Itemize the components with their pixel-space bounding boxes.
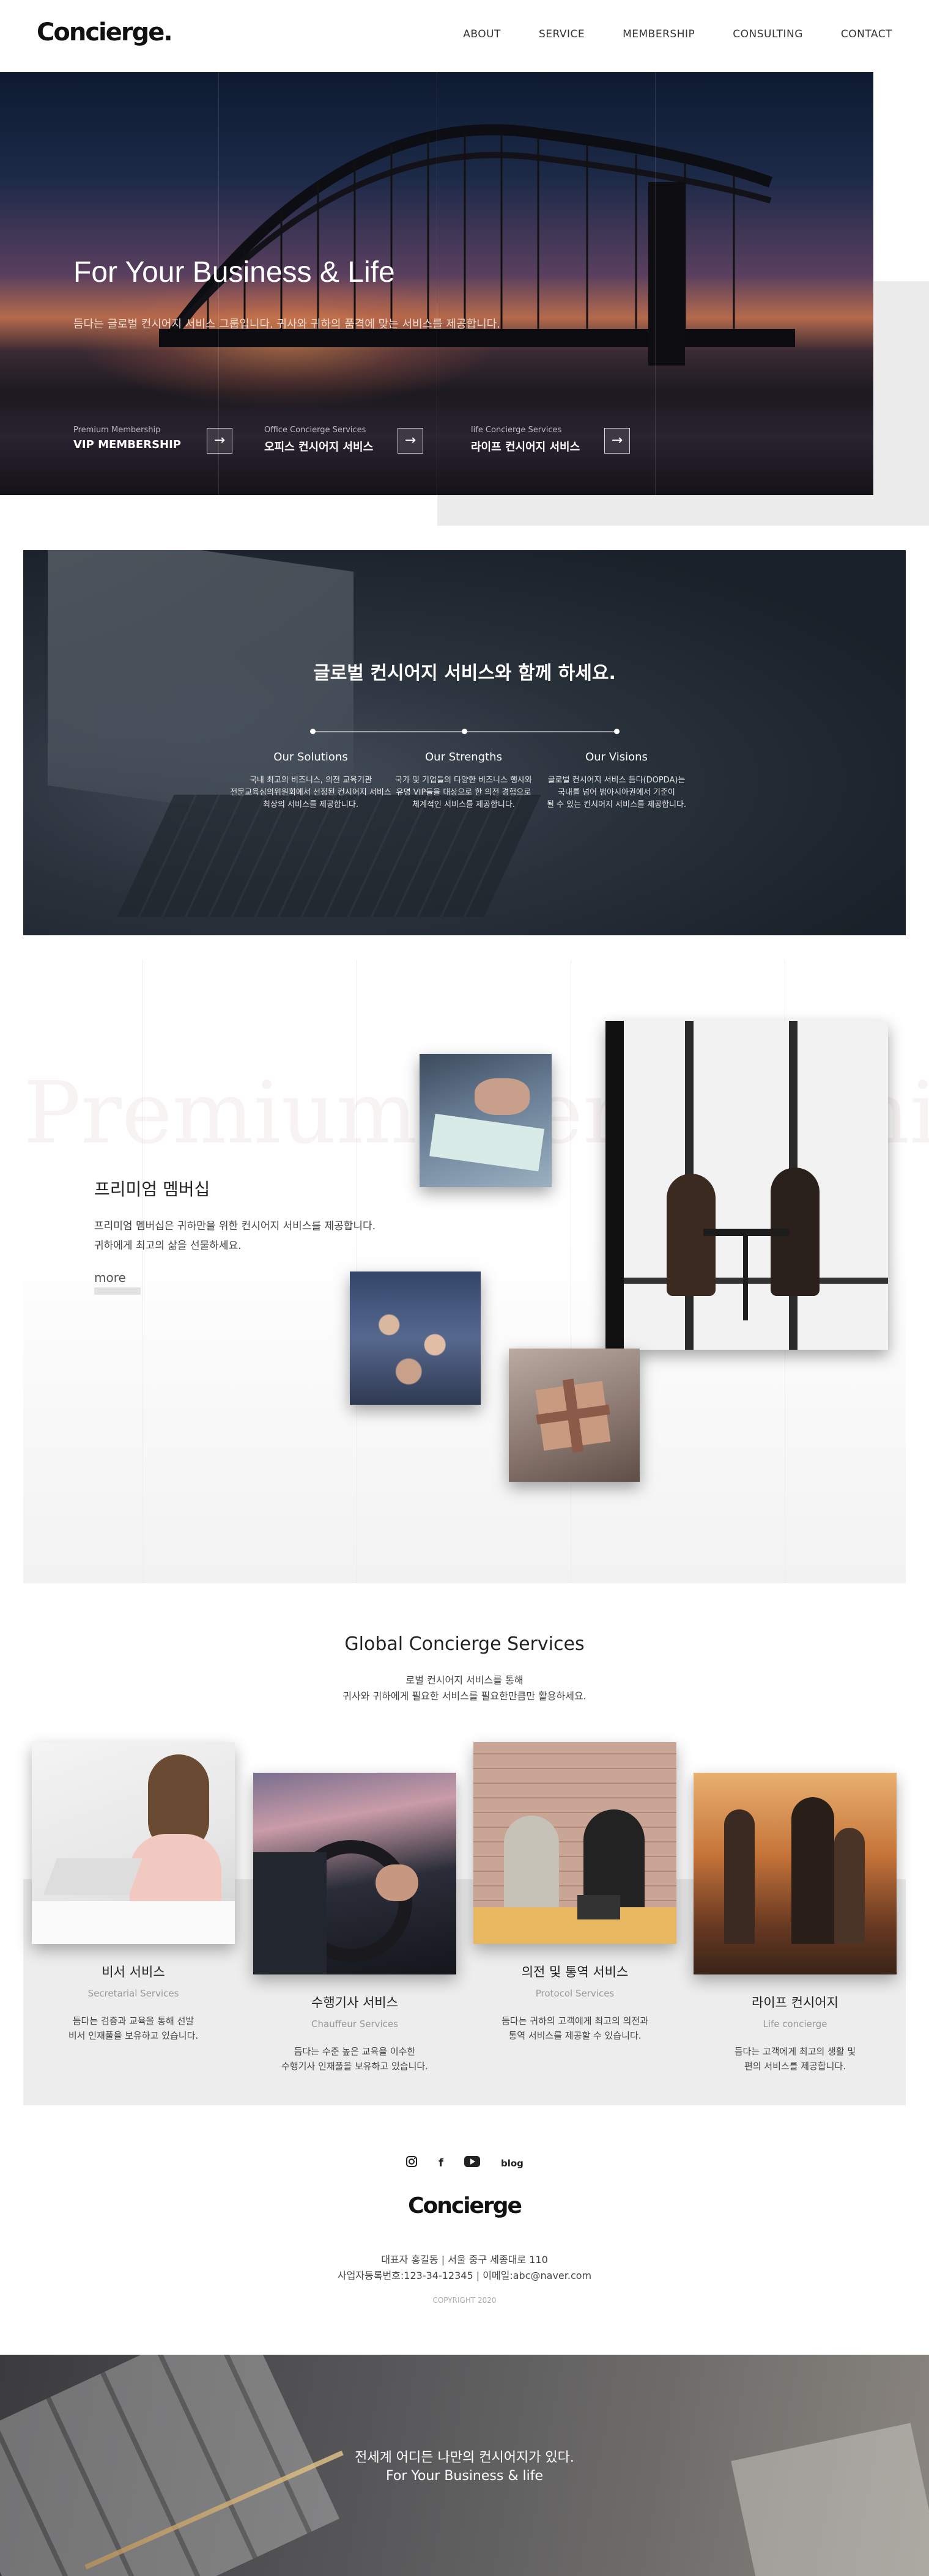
banner-overlay [23, 550, 906, 935]
chauffeur-photo [253, 1773, 456, 1974]
timeline-dot [614, 729, 620, 734]
service-card-text: 듬다는 검증과 교육을 통해 선발 비서 인재풀을 보유하고 있습니다. [32, 2014, 235, 2043]
nav-contact[interactable]: CONTACT [841, 28, 892, 40]
gift-box-photo [509, 1349, 640, 1482]
hero-service-office[interactable]: Office Concierge Services 오피스 컨시어지 서비스 → [264, 425, 423, 462]
service-card-chauffeur[interactable]: 수행기사 서비스 Chauffeur Services 듬다는 수준 높은 교육… [253, 1773, 456, 2074]
service-card-line: 통역 서비스를 제공할 수 있습니다. [508, 2030, 642, 2041]
protocol-meeting-photo [473, 1742, 676, 1944]
site-logo[interactable]: Concierge. [37, 18, 173, 46]
section-divider [142, 960, 143, 1583]
service-card-line: 듬다는 고객에게 최고의 생활 및 [734, 2046, 856, 2057]
service-card-title: 의전 및 통역 서비스 [521, 1965, 629, 1979]
service-card-subtitle: Secretarial Services [87, 1988, 179, 1999]
hero-divider [655, 72, 656, 495]
footer-address: 대표자 홍길동 | 서울 중구 세종대로 110 [381, 2254, 548, 2265]
premium-desc-line: 프리미엄 멤버십은 귀하만을 위한 컨시어지 서비스를 제공합니다. [94, 1220, 376, 1232]
premium-title: 프리미엄 멤버십 [94, 1179, 210, 1199]
service-card-line: 듬다는 수준 높은 교육을 이수한 [294, 2046, 416, 2057]
banner-col-desc: 글로벌 컨시어지 서비스 듬다(DOPDA)는 국내를 넘어 범아시아권에서 기… [546, 776, 687, 809]
global-concierge-banner: 글로벌 컨시어지 서비스와 함께 하세요. Our Solutions 국내 최… [23, 550, 906, 935]
nav-service[interactable]: SERVICE [539, 28, 585, 40]
services-desc-line: 로벌 컨시어지 서비스를 통해 [405, 1674, 524, 1686]
timeline-dot [310, 729, 316, 734]
nav-about[interactable]: ABOUT [463, 28, 501, 40]
premium-description: 프리미엄 멤버십은 귀하만을 위한 컨시어지 서비스를 제공합니다. 귀하에게 … [94, 1216, 376, 1256]
service-card-title: 비서 서비스 [102, 1965, 165, 1979]
blog-link[interactable]: blog [501, 2158, 524, 2169]
service-card-line: 편의 서비스를 제공합니다. [744, 2061, 846, 2072]
youtube-icon[interactable] [464, 2156, 480, 2170]
arrow-right-icon[interactable]: → [207, 428, 232, 454]
nav-membership[interactable]: MEMBERSHIP [623, 28, 695, 40]
concert-crowd-photo [350, 1271, 481, 1405]
hero-subtitle: 듬다는 글로벌 컨시어지 서비스 그룹입니다. 귀사와 귀하의 품격에 맞는 서… [73, 318, 500, 331]
service-card-secretarial[interactable]: 비서 서비스 Secretarial Services 듬다는 검증과 교육을 … [32, 1742, 235, 2043]
banner-col-title: Our Visions [585, 751, 648, 764]
footer-logo: Concierge [408, 2193, 522, 2218]
service-card-line: 듬다는 검증과 교육을 통해 선발 [72, 2015, 194, 2026]
service-card-text: 듬다는 고객에게 최고의 생활 및 편의 서비스를 제공합니다. [694, 2044, 897, 2074]
footer-business-info: 사업자등록번호:123-34-12345 | 이메일:abc@naver.com [337, 2270, 592, 2281]
site-header: Concierge. ABOUT SERVICE MEMBERSHIP CONS… [0, 0, 929, 72]
arrow-right-icon[interactable]: → [604, 428, 630, 454]
secretary-photo [32, 1742, 235, 1944]
banner-title: 글로벌 컨시어지 서비스와 함께 하세요. [313, 663, 616, 684]
service-card-subtitle: Life concierge [763, 2018, 827, 2030]
footer-info: 대표자 홍길동 | 서울 중구 세종대로 110 사업자등록번호:123-34-… [0, 2252, 929, 2284]
services-title: Global Concierge Services [344, 1633, 585, 1655]
services-desc-line: 귀사와 귀하에게 필요한 서비스를 필요한만큼만 활용하세요. [342, 1690, 587, 1702]
service-card-title: 라이프 컨시어지 [752, 1995, 838, 2010]
service-card-protocol[interactable]: 의전 및 통역 서비스 Protocol Services 듬다는 귀하의 고객… [473, 1742, 676, 2043]
service-card-life[interactable]: 라이프 컨시어지 Life concierge 듬다는 고객에게 최고의 생활 … [694, 1773, 897, 2074]
friends-sunset-photo [694, 1773, 897, 1974]
service-card-subtitle: Chauffeur Services [311, 2018, 398, 2030]
bridge-illustration [159, 124, 795, 366]
instagram-icon[interactable] [405, 2155, 418, 2171]
banner-col-visions: Our Visions 글로벌 컨시어지 서비스 듬다(DOPDA)는 국내를 … [525, 751, 708, 811]
hero-title: For Your Business & Life [73, 256, 395, 289]
social-links: f blog [0, 2155, 929, 2171]
main-nav: ABOUT SERVICE MEMBERSHIP CONSULTING CONT… [463, 28, 892, 40]
service-card-line: 비서 인재풀을 보유하고 있습니다. [68, 2030, 199, 2041]
timeline-dot [462, 729, 467, 734]
signing-document-photo [420, 1054, 552, 1187]
arrow-right-icon[interactable]: → [398, 428, 423, 454]
cafe-meeting-photo [605, 1021, 888, 1350]
service-card-line: 수행기사 인재풀을 보유하고 있습니다. [281, 2061, 428, 2072]
service-card-title: 수행기사 서비스 [311, 1995, 398, 2010]
service-card-text: 듬다는 귀하의 고객에게 최고의 의전과 통역 서비스를 제공할 수 있습니다. [473, 2014, 676, 2043]
bottom-banner: 전세계 어디든 나만의 컨시어지가 있다. For Your Business … [0, 2355, 929, 2576]
service-card-subtitle: Protocol Services [535, 1988, 615, 1999]
hero-service-vip[interactable]: Premium Membership VIP MEMBERSHIP → [73, 425, 232, 462]
more-link[interactable]: more [94, 1270, 141, 1295]
facebook-icon[interactable]: f [439, 2157, 443, 2169]
hero-service-life[interactable]: life Concierge Services 라이프 컨시어지 서비스 → [471, 425, 630, 462]
footer-copyright: COPYRIGHT 2020 [432, 2296, 497, 2305]
nav-consulting[interactable]: CONSULTING [733, 28, 803, 40]
service-card-line: 듬다는 귀하의 고객에게 최고의 의전과 [502, 2015, 648, 2026]
hero-section: For Your Business & Life 듬다는 글로벌 컨시어지 서비… [0, 72, 873, 495]
bottom-banner-subtitle: For Your Business & life [386, 2468, 543, 2484]
bottom-banner-tagline: 전세계 어디든 나만의 컨시어지가 있다. [355, 2450, 574, 2465]
premium-membership-section: Premium Membership 프리미엄 멤버십 프리미엄 멤버십은 귀하… [23, 960, 929, 1583]
premium-desc-line: 귀하에게 최고의 삶을 선물하세요. [94, 1240, 242, 1252]
service-card-text: 듬다는 수준 높은 교육을 이수한 수행기사 인재풀을 보유하고 있습니다. [253, 2044, 456, 2074]
services-description: 로벌 컨시어지 서비스를 통해 귀사와 귀하에게 필요한 서비스를 필요한만큼만… [0, 1673, 929, 1704]
